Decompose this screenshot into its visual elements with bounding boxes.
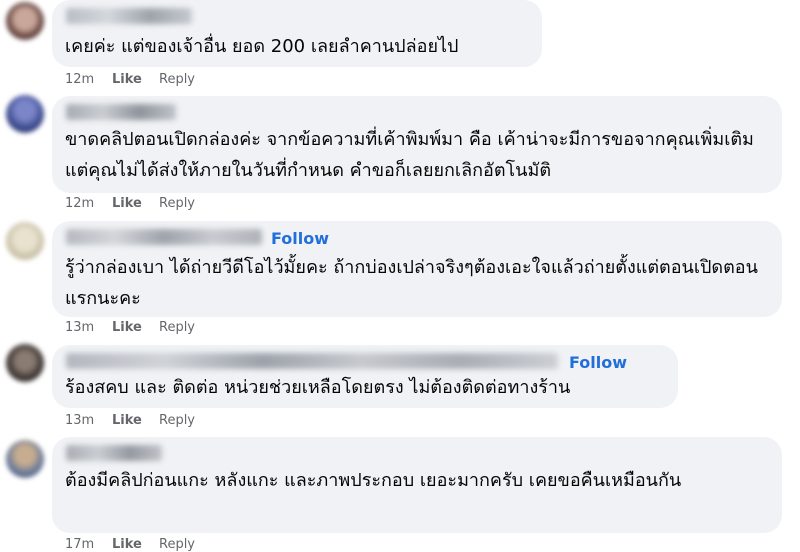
reply-button[interactable]: Reply xyxy=(159,413,195,428)
comment-text: ขาดคลิปตอนเปิดกล่องค่ะ จากข้อความที่เค้า… xyxy=(65,129,754,181)
reply-button[interactable]: Reply xyxy=(159,537,195,552)
comment-text: เคยค่ะ แต่ของเจ้าอื่น ยอด 200 เลยลำคานปล… xyxy=(65,36,459,57)
comment-actions: 13m Like Reply xyxy=(65,413,195,428)
follow-button[interactable]: Follow xyxy=(569,353,627,372)
follow-button[interactable]: Follow xyxy=(271,229,329,248)
avatar[interactable] xyxy=(6,222,44,260)
comment-time[interactable]: 13m xyxy=(65,320,112,335)
commenter-name[interactable] xyxy=(66,229,262,245)
comment-actions: 13m Like Reply xyxy=(65,320,195,335)
comment-time[interactable]: 12m xyxy=(65,196,112,211)
like-button[interactable]: Like xyxy=(112,72,159,87)
comment-bubble: เคยค่ะ แต่ของเจ้าอื่น ยอด 200 เลยลำคานปล… xyxy=(52,0,542,67)
avatar[interactable] xyxy=(6,2,44,40)
commenter-name[interactable] xyxy=(66,445,162,461)
comment-text: ร้องสคบ และ ติดต่อ หน่วยช่วยเหลือโดยตรง … xyxy=(65,377,571,398)
comment-actions: 12m Like Reply xyxy=(65,72,195,87)
comment-bubble: ขาดคลิปตอนเปิดกล่องค่ะ จากข้อความที่เค้า… xyxy=(52,96,782,193)
avatar[interactable] xyxy=(6,344,44,382)
comment-bubble: ต้องมีคลิปก่อนแกะ หลังแกะ และภาพประกอบ เ… xyxy=(52,437,782,533)
reply-button[interactable]: Reply xyxy=(159,320,195,335)
avatar[interactable] xyxy=(6,440,44,478)
commenter-name[interactable] xyxy=(66,8,192,24)
like-button[interactable]: Like xyxy=(112,196,159,211)
comment-actions: 12m Like Reply xyxy=(65,196,195,211)
comment-bubble: Follow รู้ว่ากล่องเบา ได้ถ่ายวีดีโอไว้มั… xyxy=(52,221,782,317)
comment-actions: 17m Like Reply xyxy=(65,537,195,552)
commenter-name[interactable] xyxy=(66,353,558,369)
comment-text: ต้องมีคลิปก่อนแกะ หลังแกะ และภาพประกอบ เ… xyxy=(65,470,682,491)
commenter-name[interactable] xyxy=(66,104,176,120)
comment-time[interactable]: 12m xyxy=(65,72,112,87)
like-button[interactable]: Like xyxy=(112,537,159,552)
reply-button[interactable]: Reply xyxy=(159,196,195,211)
like-button[interactable]: Like xyxy=(112,320,159,335)
comment-bubble: Follow ร้องสคบ และ ติดต่อ หน่วยช่วยเหลือ… xyxy=(52,345,678,408)
comment-time[interactable]: 13m xyxy=(65,413,112,428)
comment-text: รู้ว่ากล่องเบา ได้ถ่ายวีดีโอไว้มั้ยคะ ถ้… xyxy=(65,257,758,309)
reply-button[interactable]: Reply xyxy=(159,72,195,87)
like-button[interactable]: Like xyxy=(112,413,159,428)
avatar[interactable] xyxy=(6,95,44,133)
comment-time[interactable]: 17m xyxy=(65,537,112,552)
